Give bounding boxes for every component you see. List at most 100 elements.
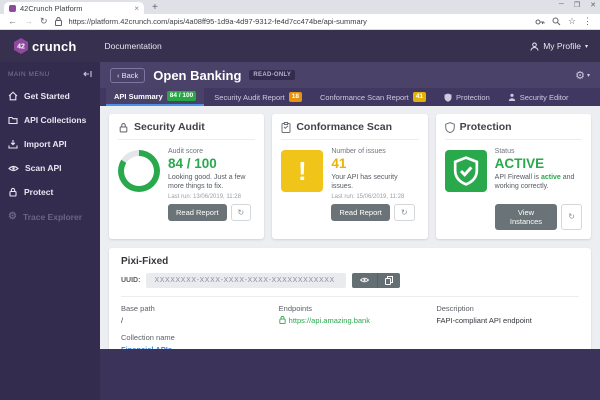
sidebar-item-label: Scan API bbox=[25, 163, 62, 173]
page-header: ‹ Back Open Banking READ-ONLY ⚙ ▾ bbox=[100, 62, 600, 88]
audit-issues-badge: 18 bbox=[289, 92, 302, 102]
tab-label: API Summary bbox=[114, 92, 163, 101]
sidebar-collapse-icon[interactable] bbox=[83, 70, 92, 78]
view-instances-button[interactable]: View Instances bbox=[495, 204, 558, 230]
description-field: Description FAPI-compliant API endpoint bbox=[436, 304, 579, 325]
page-title: Open Banking bbox=[153, 68, 241, 83]
brand-hexagon-icon: 42 bbox=[12, 37, 30, 55]
endpoint-link[interactable]: https://api.amazing.bank bbox=[279, 316, 437, 325]
audit-last-run: Last run: 13/06/2019, 11:28 bbox=[168, 194, 255, 200]
conformance-scan-card: Conformance Scan ! Number of issues 41 Y… bbox=[272, 114, 427, 239]
tab-label: Conformance Scan Report bbox=[320, 93, 409, 102]
tab-security-editor[interactable]: Security Editor bbox=[500, 88, 577, 106]
shield-icon bbox=[444, 93, 452, 102]
browser-tab[interactable]: 42Crunch Platform × bbox=[4, 2, 144, 14]
base-path-label: Base path bbox=[121, 304, 279, 313]
audit-score-label: Audit score bbox=[168, 148, 255, 155]
brand-name: crunch bbox=[32, 39, 77, 54]
profile-menu[interactable]: My Profile ▾ bbox=[530, 41, 588, 51]
site-favicon bbox=[9, 5, 16, 12]
nav-documentation-link[interactable]: Documentation bbox=[105, 41, 162, 51]
protection-status-label: Status bbox=[495, 148, 582, 155]
refresh-icon[interactable]: ↻ bbox=[394, 204, 415, 221]
card-title: Protection bbox=[460, 121, 512, 133]
scan-message: Your API has security issues. bbox=[331, 173, 418, 192]
api-settings-menu[interactable]: ⚙ ▾ bbox=[575, 69, 590, 82]
uuid-field[interactable]: XXXXXXXX-XXXX-XXXX-XXXX-XXXXXXXXXXXX bbox=[146, 273, 346, 288]
scan-read-report-button[interactable]: Read Report bbox=[331, 204, 390, 221]
base-path-value: / bbox=[121, 316, 279, 325]
https-lock-icon bbox=[55, 17, 62, 26]
api-tabs: API Summary 84 / 100 Security Audit Repo… bbox=[100, 88, 600, 106]
home-icon bbox=[8, 91, 18, 101]
security-audit-card: Security Audit Audit score 84 / 100 Look… bbox=[109, 114, 264, 239]
lock-icon bbox=[118, 122, 129, 133]
reveal-uuid-button[interactable] bbox=[352, 273, 378, 288]
browser-menu-icon[interactable]: ⋮ bbox=[583, 17, 592, 26]
warning-icon: ! bbox=[281, 150, 323, 192]
bookmark-star-icon[interactable]: ☆ bbox=[568, 17, 576, 26]
password-key-icon[interactable] bbox=[535, 18, 545, 26]
lock-icon bbox=[8, 187, 18, 197]
description-value: FAPI-compliant API endpoint bbox=[436, 316, 579, 325]
browser-reload-button[interactable]: ↻ bbox=[40, 17, 48, 26]
tab-close-icon[interactable]: × bbox=[134, 4, 139, 13]
audit-read-report-button[interactable]: Read Report bbox=[168, 204, 227, 221]
sidebar-item-scan-api[interactable]: Scan API bbox=[0, 156, 100, 180]
collection-link[interactable]: Financial APIs bbox=[121, 345, 279, 349]
window-close-button[interactable]: ✕ bbox=[590, 1, 596, 9]
window-maximize-button[interactable]: ❐ bbox=[574, 1, 580, 9]
copy-icon bbox=[385, 276, 393, 285]
zoom-search-icon[interactable] bbox=[552, 17, 561, 26]
sidebar-item-get-started[interactable]: Get Started bbox=[0, 84, 100, 108]
api-name: Pixi-Fixed bbox=[121, 256, 579, 267]
42crunch-logo[interactable]: 42 crunch bbox=[12, 37, 77, 55]
chevron-down-icon: ▾ bbox=[587, 72, 590, 79]
description-label: Description bbox=[436, 304, 579, 313]
sidebar: MAIN MENU Get Started API Collections Im… bbox=[0, 62, 100, 400]
refresh-icon[interactable]: ↻ bbox=[231, 204, 252, 221]
tab-security-audit-report[interactable]: Security Audit Report 18 bbox=[206, 88, 310, 106]
content-panel: Security Audit Audit score 84 / 100 Look… bbox=[100, 106, 600, 349]
profile-label: My Profile bbox=[543, 41, 581, 51]
refresh-icon[interactable]: ↻ bbox=[561, 204, 582, 230]
protection-message: API Firewall is active and working corre… bbox=[495, 173, 582, 192]
browser-tabstrip: 42Crunch Platform × + ─ ❐ ✕ bbox=[0, 0, 600, 14]
tab-conformance-scan-report[interactable]: Conformance Scan Report 41 bbox=[312, 88, 434, 106]
browser-back-button[interactable]: ← bbox=[8, 17, 17, 26]
window-minimize-button[interactable]: ─ bbox=[559, 1, 564, 9]
browser-forward-button[interactable]: → bbox=[24, 17, 33, 26]
main-area: ‹ Back Open Banking READ-ONLY ⚙ ▾ API Su… bbox=[100, 62, 600, 400]
gear-icon: ⚙ bbox=[8, 211, 17, 222]
sidebar-item-api-collections[interactable]: API Collections bbox=[0, 108, 100, 132]
svg-text:42: 42 bbox=[17, 44, 25, 51]
back-button[interactable]: ‹ Back bbox=[110, 68, 145, 83]
sidebar-item-trace-explorer[interactable]: ⚙ Trace Explorer bbox=[0, 204, 100, 229]
audit-score-value: 84 / 100 bbox=[168, 156, 255, 171]
scan-last-run: Last run: 15/06/2019, 11:28 bbox=[331, 194, 418, 200]
https-lock-icon bbox=[279, 316, 286, 324]
shield-outline-icon bbox=[445, 122, 455, 133]
sidebar-item-label: Protect bbox=[24, 187, 53, 197]
new-tab-button[interactable]: + bbox=[152, 2, 158, 14]
import-icon bbox=[8, 139, 18, 149]
protection-status-value: ACTIVE bbox=[495, 156, 582, 171]
sidebar-item-label: Trace Explorer bbox=[23, 212, 82, 222]
browser-urlbar: ← → ↻ https://platform.42crunch.com/apis… bbox=[0, 14, 600, 30]
tab-api-summary[interactable]: API Summary 84 / 100 bbox=[106, 88, 204, 106]
base-path-field: Base path / bbox=[121, 304, 279, 325]
protection-card: Protection Status ACTIVE API Firewall is… bbox=[436, 114, 591, 239]
tab-label: Security Editor bbox=[520, 93, 569, 102]
copy-uuid-button[interactable] bbox=[378, 273, 400, 288]
sidebar-item-import-api[interactable]: Import API bbox=[0, 132, 100, 156]
sidebar-item-protect[interactable]: Protect bbox=[0, 180, 100, 204]
audit-score-donut bbox=[118, 150, 160, 192]
read-only-badge: READ-ONLY bbox=[249, 70, 295, 80]
endpoints-label: Endpoints bbox=[279, 304, 437, 313]
tab-protection[interactable]: Protection bbox=[436, 88, 498, 106]
folder-icon bbox=[8, 115, 18, 125]
gear-icon: ⚙ bbox=[575, 69, 585, 82]
eye-icon bbox=[8, 164, 19, 173]
url-text[interactable]: https://platform.42crunch.com/apis/4a08f… bbox=[69, 17, 528, 26]
scan-issues-badge: 41 bbox=[413, 92, 426, 102]
